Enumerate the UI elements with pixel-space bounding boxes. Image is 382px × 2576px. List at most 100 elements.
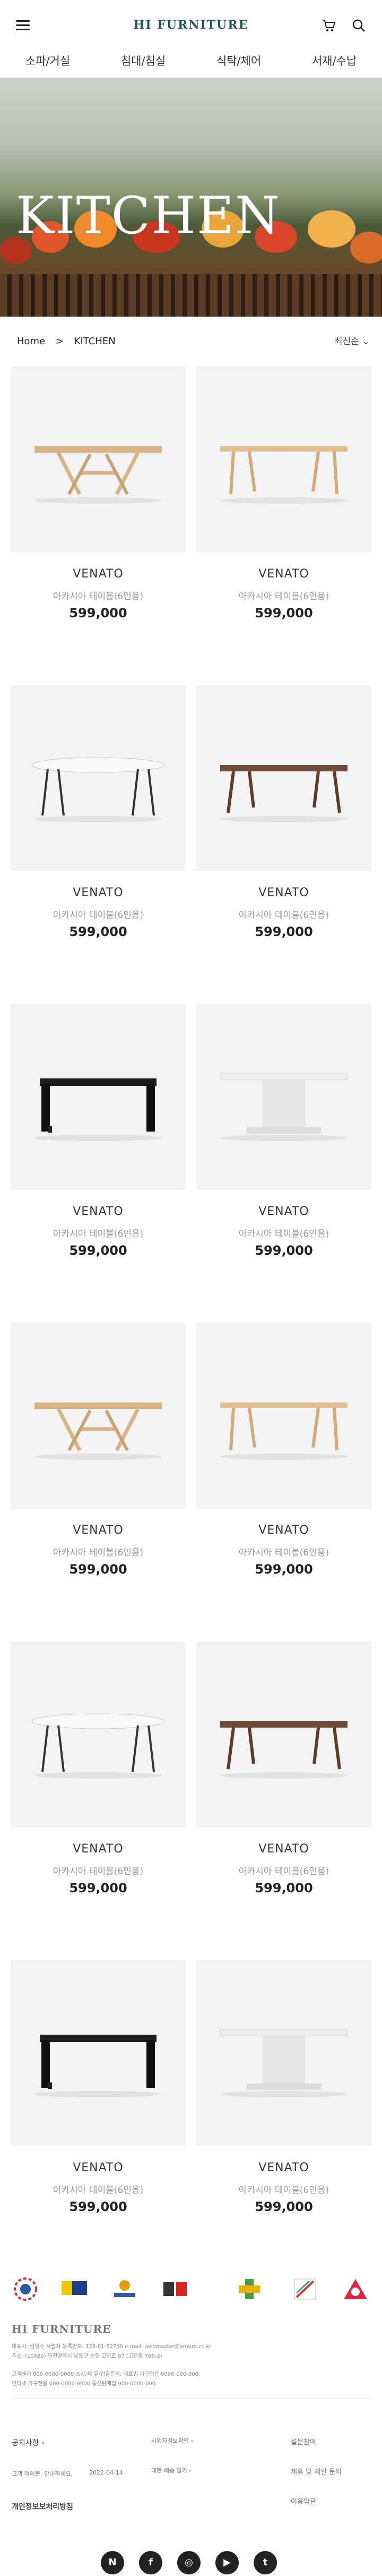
- product-image[interactable]: [11, 685, 186, 871]
- product-description: 아카시아 테이블(6인용): [53, 910, 144, 921]
- terms-link[interactable]: 이용약관: [291, 2496, 316, 2506]
- product-name[interactable]: VENATO: [11, 1205, 186, 1218]
- customer-center: 고객센터 000-0000-0000 소싱/제 휴/입점문의: 대표번 가구전용…: [12, 2371, 201, 2377]
- product-table-image: [220, 2029, 348, 2097]
- product-name[interactable]: VENATO: [196, 567, 371, 581]
- partner-logo-icon: [163, 2282, 187, 2296]
- shipping-link[interactable]: 대한 배송 알기 ›: [151, 2466, 192, 2475]
- product-image[interactable]: [196, 367, 371, 552]
- company-info: 대표자: 김영수 사업자 등록번호: 128-81-52760 e-mail: …: [12, 2344, 212, 2350]
- notice-label[interactable]: 공지사항 ›: [12, 2437, 45, 2448]
- breadcrumb-home[interactable]: Home: [17, 336, 45, 347]
- product-table-image: [34, 1402, 162, 1460]
- customer-center-2: 인터넷 가구전용 000-0000-0000 통신판매업 000-0000-00…: [12, 2381, 156, 2387]
- sort-label: 최신순: [334, 336, 359, 347]
- product-image[interactable]: [11, 1642, 186, 1827]
- product-name[interactable]: VENATO: [196, 886, 371, 899]
- breadcrumb: Home > KITCHEN: [17, 336, 123, 347]
- product-name[interactable]: VENATO: [196, 2161, 371, 2174]
- product-image[interactable]: [196, 1004, 371, 1190]
- product-name[interactable]: VENATO: [196, 1205, 371, 1218]
- notice-date: 2022-04-14: [89, 2469, 123, 2476]
- partner-logo-icon: [114, 2280, 135, 2297]
- product-image[interactable]: [11, 1960, 186, 2146]
- product-card[interactable]: VENATO 아카시아 테이블(6인용) 599,000: [196, 1642, 371, 1939]
- partner-logo-icon: [344, 2279, 367, 2299]
- product-image[interactable]: [196, 685, 371, 871]
- product-card[interactable]: VENATO 아카시아 테이블(6인용) 599,000: [11, 685, 186, 983]
- product-image[interactable]: [11, 1323, 186, 1509]
- partner-logo-icon: [62, 2281, 87, 2295]
- product-description: 아카시아 테이블(6인용): [53, 1548, 144, 1558]
- product-description: 아카시아 테이블(6인용): [238, 2185, 329, 2196]
- product-card[interactable]: VENATO 아카시아 테이블(6인용) 599,000: [11, 1642, 186, 1939]
- hero-flower: [308, 210, 355, 248]
- product-name[interactable]: VENATO: [11, 2161, 186, 2174]
- nav-item-bed[interactable]: 침대/침실: [96, 53, 191, 78]
- header: HI FURNITURE: [0, 0, 382, 53]
- nav-item-sofa[interactable]: 소파/거실: [0, 53, 96, 78]
- instagram-icon[interactable]: ◎: [177, 2551, 201, 2574]
- hero-flower: [350, 232, 382, 263]
- product-image[interactable]: [11, 367, 186, 552]
- product-description: 아카시아 테이블(6인용): [238, 1548, 329, 1558]
- product-image[interactable]: [11, 1004, 186, 1190]
- product-description: 아카시아 테이블(6인용): [53, 1866, 144, 1877]
- product-price: 599,000: [255, 1243, 313, 1258]
- twitter-icon[interactable]: t: [254, 2551, 277, 2574]
- product-table-image: [220, 1073, 348, 1141]
- product-price: 599,000: [69, 1562, 127, 1577]
- product-card[interactable]: VENATO 아카시아 테이블(6인용) 599,000: [196, 685, 371, 983]
- cart-icon[interactable]: [322, 18, 336, 33]
- product-price: 599,000: [69, 924, 127, 939]
- product-card[interactable]: VENATO 아카시아 테이블(6인용) 599,000: [196, 1960, 371, 2258]
- product-price: 599,000: [255, 924, 313, 939]
- product-table-image: [220, 446, 348, 504]
- product-price: 599,000: [255, 2199, 313, 2214]
- product-image[interactable]: [196, 1960, 371, 2146]
- chevron-down-icon: ⌄: [362, 336, 370, 347]
- product-name[interactable]: VENATO: [196, 1842, 371, 1856]
- naver-icon[interactable]: N: [101, 2551, 124, 2574]
- nav-item-dining[interactable]: 식탁/체어: [191, 53, 286, 78]
- product-name[interactable]: VENATO: [11, 1524, 186, 1537]
- product-description: 아카시아 테이블(6인용): [53, 591, 144, 602]
- category-nav: 소파/거실 침대/침실 식탁/체어 서재/수납: [0, 53, 382, 78]
- product-price: 599,000: [255, 1562, 313, 1577]
- product-price: 599,000: [69, 606, 127, 620]
- product-card[interactable]: VENATO 아카시아 테이블(6인용) 599,000: [196, 367, 371, 664]
- product-card[interactable]: VENATO 아카시아 테이블(6인용) 599,000: [11, 1960, 186, 2258]
- product-price: 599,000: [69, 1243, 127, 1258]
- product-image[interactable]: [196, 1642, 371, 1827]
- product-price: 599,000: [255, 1881, 313, 1895]
- product-card[interactable]: VENATO 아카시아 테이블(6인용) 599,000: [11, 1004, 186, 1302]
- product-card[interactable]: VENATO 아카시아 테이블(6인용) 599,000: [11, 1323, 186, 1620]
- nav-item-study[interactable]: 서재/수납: [286, 53, 382, 78]
- product-price: 599,000: [69, 2199, 127, 2214]
- product-card[interactable]: VENATO 아카시아 테이블(6인용) 599,000: [11, 367, 186, 664]
- sort-dropdown[interactable]: 최신순 ⌄: [334, 334, 370, 347]
- product-description: 아카시아 테이블(6인용): [53, 2185, 144, 2196]
- product-table-image: [34, 446, 162, 504]
- partner-logo-icon: [294, 2279, 316, 2300]
- product-image[interactable]: [196, 1323, 371, 1509]
- search-icon[interactable]: [351, 18, 366, 33]
- privacy-link[interactable]: 개인정보보처리방침: [12, 2501, 73, 2512]
- product-card[interactable]: VENATO 아카시아 테이블(6인용) 599,000: [196, 1004, 371, 1302]
- business-info-link[interactable]: 사업자정보확인 ›: [151, 2436, 193, 2445]
- partnership-link[interactable]: 제휴 및 제안 문의: [291, 2466, 342, 2476]
- product-name[interactable]: VENATO: [11, 567, 186, 581]
- facebook-icon[interactable]: f: [139, 2551, 162, 2574]
- product-card[interactable]: VENATO 아카시아 테이블(6인용) 599,000: [196, 1323, 371, 1620]
- product-name[interactable]: VENATO: [196, 1524, 371, 1537]
- survey-link[interactable]: 설문참여: [291, 2436, 316, 2446]
- product-description: 아카시아 테이블(6인용): [238, 910, 329, 921]
- partner-logo-icon: [14, 2277, 37, 2301]
- notice-text[interactable]: 고객 여러분, 안내하세요.: [12, 2469, 73, 2478]
- company-address: 주소: (10480) 인천광역시 남동구 논현 고잔로 87 (고잔동 766…: [12, 2353, 162, 2359]
- youtube-icon[interactable]: ▶: [215, 2551, 239, 2574]
- product-name[interactable]: VENATO: [11, 886, 186, 899]
- product-description: 아카시아 테이블(6인용): [238, 591, 329, 602]
- product-name[interactable]: VENATO: [11, 1842, 186, 1856]
- breadcrumb-current: KITCHEN: [74, 336, 116, 347]
